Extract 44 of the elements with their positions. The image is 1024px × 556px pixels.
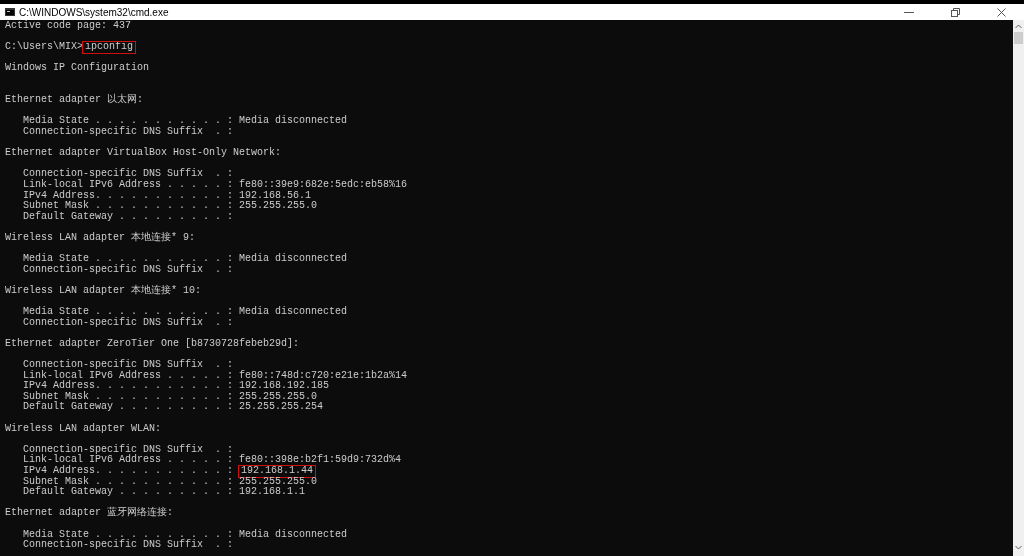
console-icon [5,8,15,16]
console-text: Connection-specific DNS Suffix . : [22,317,234,329]
console-text: Subnet Mask . . . . . . . . . . . : 255.255.255.0 [22,201,318,212]
console-text: Connection-specific DNS Suffix . : [22,264,234,276]
console-text: IPv4 Address. . . . . . . . . . . : [22,465,235,476]
console-text: Active code page: 437 [5,21,132,32]
console-text: Ethernet adapter 以太网: [5,95,144,106]
console-text: Link-local IPv6 Address . . . . . : fe80::748d:c720:e21e:1b2a%14 [22,370,408,381]
minimize-icon [904,11,914,13]
console-text: Media State . . . . . . . . . . . : Media disconnected [22,529,348,540]
console-text: Ethernet adapter 蓝牙网络连接: [5,508,174,519]
console-text: Default Gateway . . . . . . . . . : [22,211,234,223]
console-text: Ethernet adapter ZeroTier One [b8730728febeb29d]: [5,338,300,350]
console-text: Default Gateway . . . . . . . . . : 192.168.1.1 [22,487,306,498]
console-text: Windows IP Configuration [5,63,150,74]
console-text: Connection-specific DNS Suffix . : [22,444,234,455]
console-text: Connection-specific DNS Suffix . : [22,169,234,180]
scrollbar-thumb[interactable] [1014,32,1023,44]
console-text: Subnet Mask . . . . . . . . . . . : 255.255.255.0 [22,476,318,487]
scroll-down-icon[interactable] [1015,545,1022,550]
restore-icon [950,7,960,17]
scrollbar[interactable] [1013,20,1024,556]
highlighted-text: 192.168.1.44 [239,465,316,477]
console-text: Wireless LAN adapter 本地连接* 9: [5,232,196,244]
highlighted-text: ipconfig [83,42,136,53]
close-icon [996,7,1006,17]
console-text: Ethernet adapter VirtualBox Host-Only Network: [5,148,282,159]
console-text: C:\Users\MIX> [5,42,83,53]
console-text: Connection-specific DNS Suffix . : [22,126,234,138]
console-text: Media State . . . . . . . . . . . : Media disconnected [22,307,348,318]
console-text: Subnet Mask . . . . . . . . . . . : 255.255.255.0 [22,391,318,402]
console-text: Media State . . . . . . . . . . . : Media disconnected [22,116,348,127]
console-text: Connection-specific DNS Suffix . : [22,360,234,371]
console-text: Link-local IPv6 Address . . . . . : fe80::398e:b2f1:59d9:732d%4 [22,455,402,466]
console-text: Link-local IPv6 Address . . . . . : fe80::39e9:682e:5edc:eb58%16 [22,179,408,190]
window-title: C:\WINDOWS\system32\cmd.exe [19,5,169,20]
console-text: IPv4 Address. . . . . . . . . . . : 192.168.56.1 [22,190,312,201]
console-text: Media State . . . . . . . . . . . : Media disconnected [22,254,348,265]
console-text: Connection-specific DNS Suffix . : [22,540,234,551]
console-text: Wireless LAN adapter WLAN: [5,423,162,435]
console-text: Wireless LAN adapter 本地连接* 10: [5,285,202,297]
console-text: Default Gateway . . . . . . . . . : 25.255.255.254 [22,402,324,413]
scroll-up-icon[interactable] [1015,24,1022,29]
console-text: IPv4 Address. . . . . . . . . . . : 192.168.192.185 [22,381,330,392]
